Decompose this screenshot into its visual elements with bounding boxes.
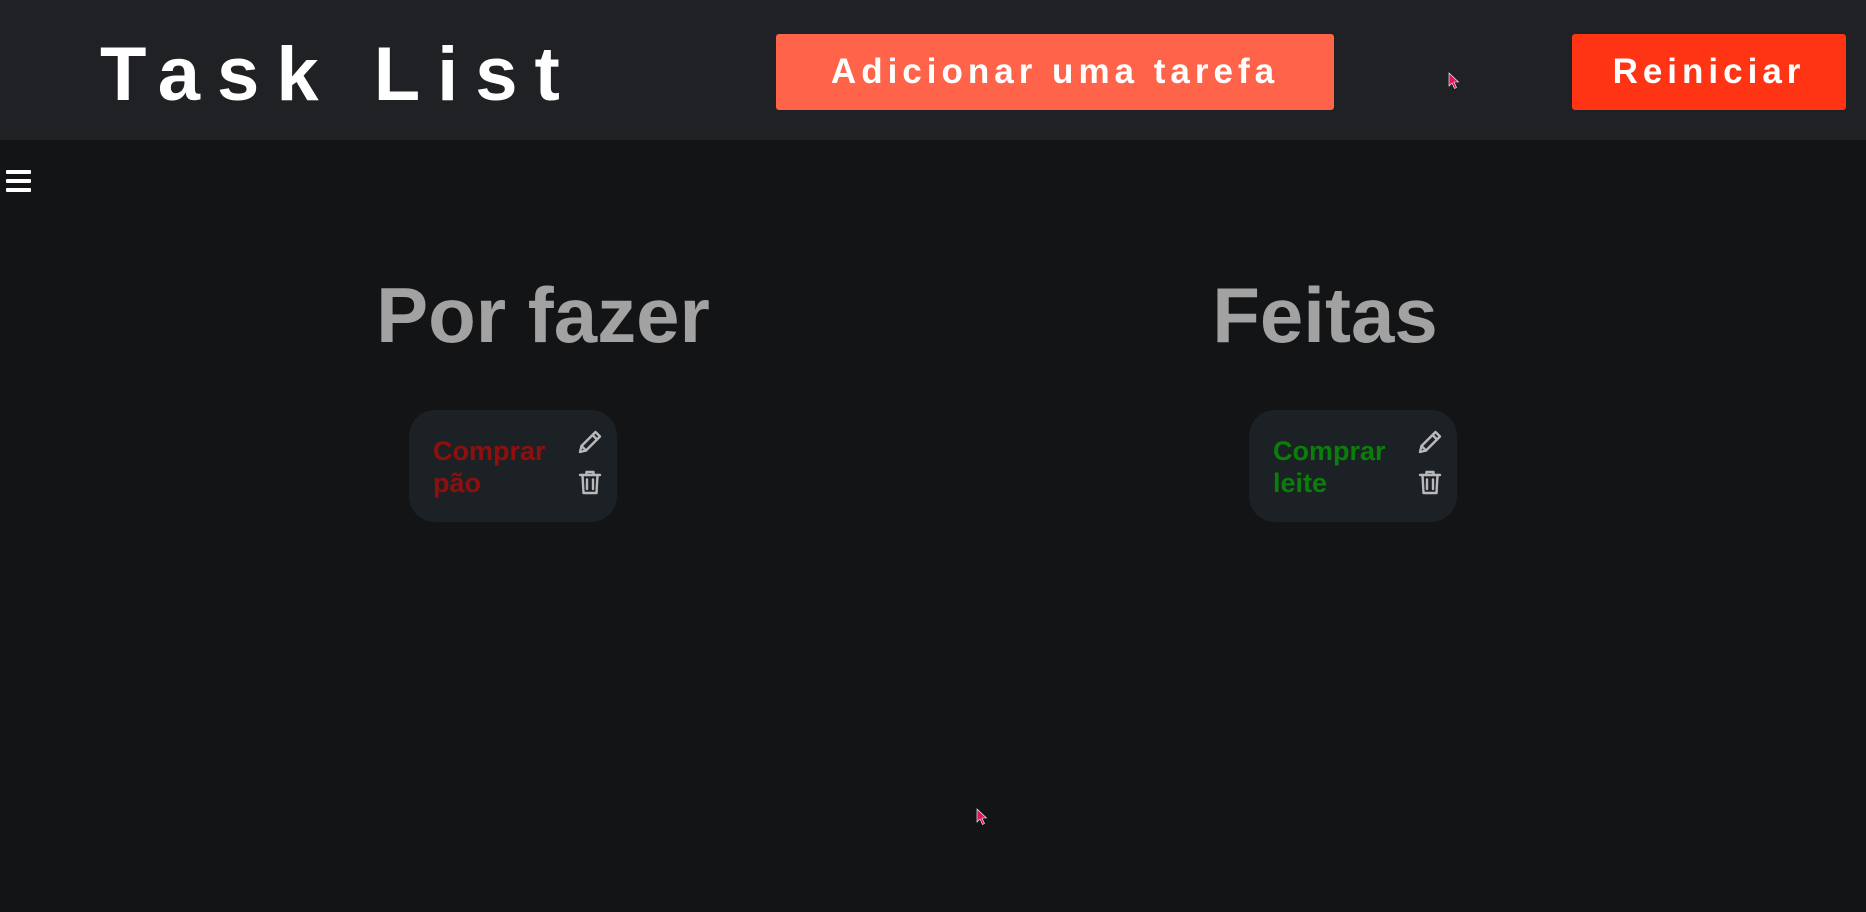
reset-button[interactable]: Reiniciar xyxy=(1572,34,1846,110)
pencil-icon[interactable] xyxy=(576,428,604,456)
done-task-card[interactable]: Comprar leite xyxy=(1249,410,1457,522)
todo-column-heading: Por fazer xyxy=(376,271,710,359)
trash-icon[interactable] xyxy=(576,468,604,496)
trash-icon[interactable] xyxy=(1416,468,1444,496)
done-column-heading: Feitas xyxy=(1212,271,1438,359)
task-text: Comprar leite xyxy=(1273,436,1386,498)
app-header: Task List Adicionar uma tarefa Reiniciar xyxy=(0,0,1866,140)
pencil-icon[interactable] xyxy=(1416,428,1444,456)
todo-task-card[interactable]: Comprar pão xyxy=(409,410,617,522)
mouse-cursor-icon xyxy=(976,808,988,825)
app-title: Task List xyxy=(100,32,577,117)
task-text: Comprar pão xyxy=(433,436,546,498)
hamburger-menu-icon[interactable] xyxy=(6,168,32,194)
mouse-cursor-icon xyxy=(1448,72,1460,89)
add-task-button[interactable]: Adicionar uma tarefa xyxy=(776,34,1334,110)
